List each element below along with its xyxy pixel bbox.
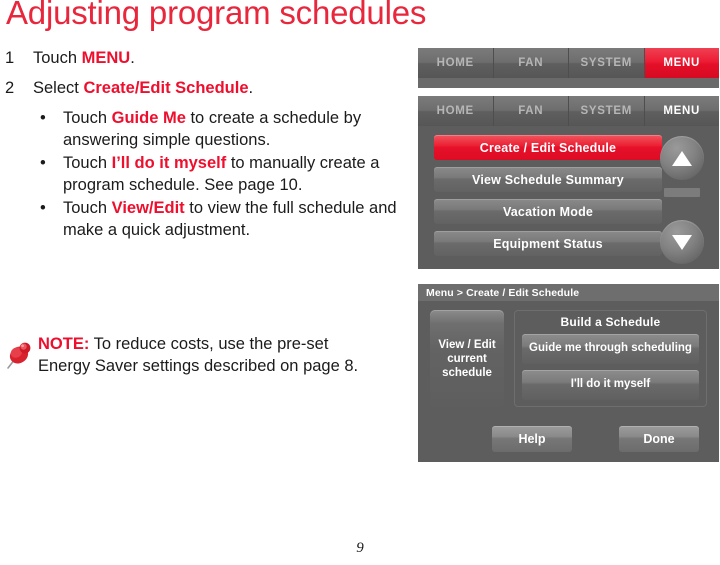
tab-system[interactable]: SYSTEM bbox=[569, 96, 645, 126]
step-2-text: Select Create/Edit Schedule. bbox=[33, 79, 254, 97]
guide-me-through-scheduling-button[interactable]: Guide me through scheduling bbox=[522, 334, 699, 364]
tab-home[interactable]: HOME bbox=[418, 48, 494, 78]
menu-item-view-schedule-summary[interactable]: View Schedule Summary bbox=[434, 167, 662, 192]
pushpin-icon bbox=[7, 342, 31, 369]
note-label: NOTE: bbox=[38, 335, 90, 353]
step-1-highlight: MENU bbox=[81, 49, 131, 67]
step-1: 1 Touch MENU. bbox=[0, 48, 400, 69]
bullet-text: Touch Guide Me to create a schedule by a… bbox=[63, 109, 362, 149]
up-arrow-icon bbox=[672, 150, 692, 166]
bullet-marker: • bbox=[40, 154, 46, 172]
bullet-text: Touch I’ll do it myself to manually crea… bbox=[63, 154, 380, 194]
thermostat-screen-create-edit-schedule: Menu > Create / Edit Schedule View / Edi… bbox=[418, 284, 719, 462]
tab-fan[interactable]: FAN bbox=[493, 48, 569, 78]
bullet-item: • Touch Guide Me to create a schedule by… bbox=[0, 108, 400, 151]
done-button[interactable]: Done bbox=[619, 426, 699, 452]
tab-home[interactable]: HOME bbox=[418, 96, 494, 126]
tab-system[interactable]: SYSTEM bbox=[569, 48, 645, 78]
step-1-text: Touch MENU. bbox=[33, 49, 135, 67]
menu-body: Create / Edit Schedule View Schedule Sum… bbox=[418, 126, 719, 269]
page-title: Adjusting program schedules bbox=[6, 0, 427, 31]
bullet-marker: • bbox=[40, 109, 46, 127]
thermostat-screen-menubar: HOME FAN SYSTEM MENU bbox=[418, 48, 719, 88]
down-arrow-icon bbox=[672, 234, 692, 250]
view-edit-current-schedule-button[interactable]: View / Edit current schedule bbox=[430, 310, 504, 407]
breadcrumb: Menu > Create / Edit Schedule bbox=[418, 284, 719, 301]
tab-menu[interactable]: MENU bbox=[644, 96, 719, 126]
page-number: 9 bbox=[356, 540, 364, 556]
tab-fan[interactable]: FAN bbox=[493, 96, 569, 126]
menu-list: Create / Edit Schedule View Schedule Sum… bbox=[434, 135, 662, 263]
bullet-item: • Touch View/Edit to view the full sched… bbox=[0, 198, 400, 241]
scroll-controls bbox=[660, 136, 707, 264]
bullet-text: Touch View/Edit to view the full schedul… bbox=[63, 199, 397, 239]
tab-bar: HOME FAN SYSTEM MENU bbox=[418, 96, 719, 126]
step-1-number: 1 bbox=[5, 49, 15, 67]
step-2-highlight: Create/Edit Schedule bbox=[83, 79, 249, 97]
schedule-body: View / Edit current schedule Build a Sch… bbox=[418, 301, 719, 462]
instruction-column: 1 Touch MENU. 2 Select Create/Edit Sched… bbox=[0, 48, 400, 243]
note-block: NOTE: To reduce costs, use the pre-set E… bbox=[0, 334, 360, 377]
menu-item-equipment-status[interactable]: Equipment Status bbox=[434, 231, 662, 256]
help-button[interactable]: Help bbox=[492, 426, 572, 452]
bullet-marker: • bbox=[40, 199, 46, 217]
tab-menu[interactable]: MENU bbox=[644, 48, 719, 78]
bullet-highlight: I’ll do it myself bbox=[111, 154, 227, 172]
scroll-indicator[interactable] bbox=[664, 188, 700, 197]
bullet-highlight: View/Edit bbox=[111, 199, 185, 217]
build-a-schedule-group: Build a Schedule Guide me through schedu… bbox=[514, 310, 707, 407]
scroll-down-button[interactable] bbox=[660, 220, 704, 264]
tab-bar: HOME FAN SYSTEM MENU bbox=[418, 48, 719, 78]
ill-do-it-myself-button[interactable]: I'll do it myself bbox=[522, 370, 699, 400]
menu-item-create-edit-schedule[interactable]: Create / Edit Schedule bbox=[434, 135, 662, 160]
scroll-up-button[interactable] bbox=[660, 136, 704, 180]
bullet-highlight: Guide Me bbox=[111, 109, 186, 127]
footer-buttons: Help Done bbox=[430, 426, 707, 452]
thermostat-screen-menu: HOME FAN SYSTEM MENU Create / Edit Sched… bbox=[418, 96, 719, 269]
bullet-list: • Touch Guide Me to create a schedule by… bbox=[0, 108, 400, 241]
step-2: 2 Select Create/Edit Schedule. bbox=[0, 78, 400, 99]
menu-item-vacation-mode[interactable]: Vacation Mode bbox=[434, 199, 662, 224]
build-a-schedule-title: Build a Schedule bbox=[560, 315, 661, 329]
schedule-options-row: View / Edit current schedule Build a Sch… bbox=[430, 310, 707, 407]
step-2-number: 2 bbox=[5, 79, 15, 97]
bullet-item: • Touch I’ll do it myself to manually cr… bbox=[0, 153, 400, 196]
